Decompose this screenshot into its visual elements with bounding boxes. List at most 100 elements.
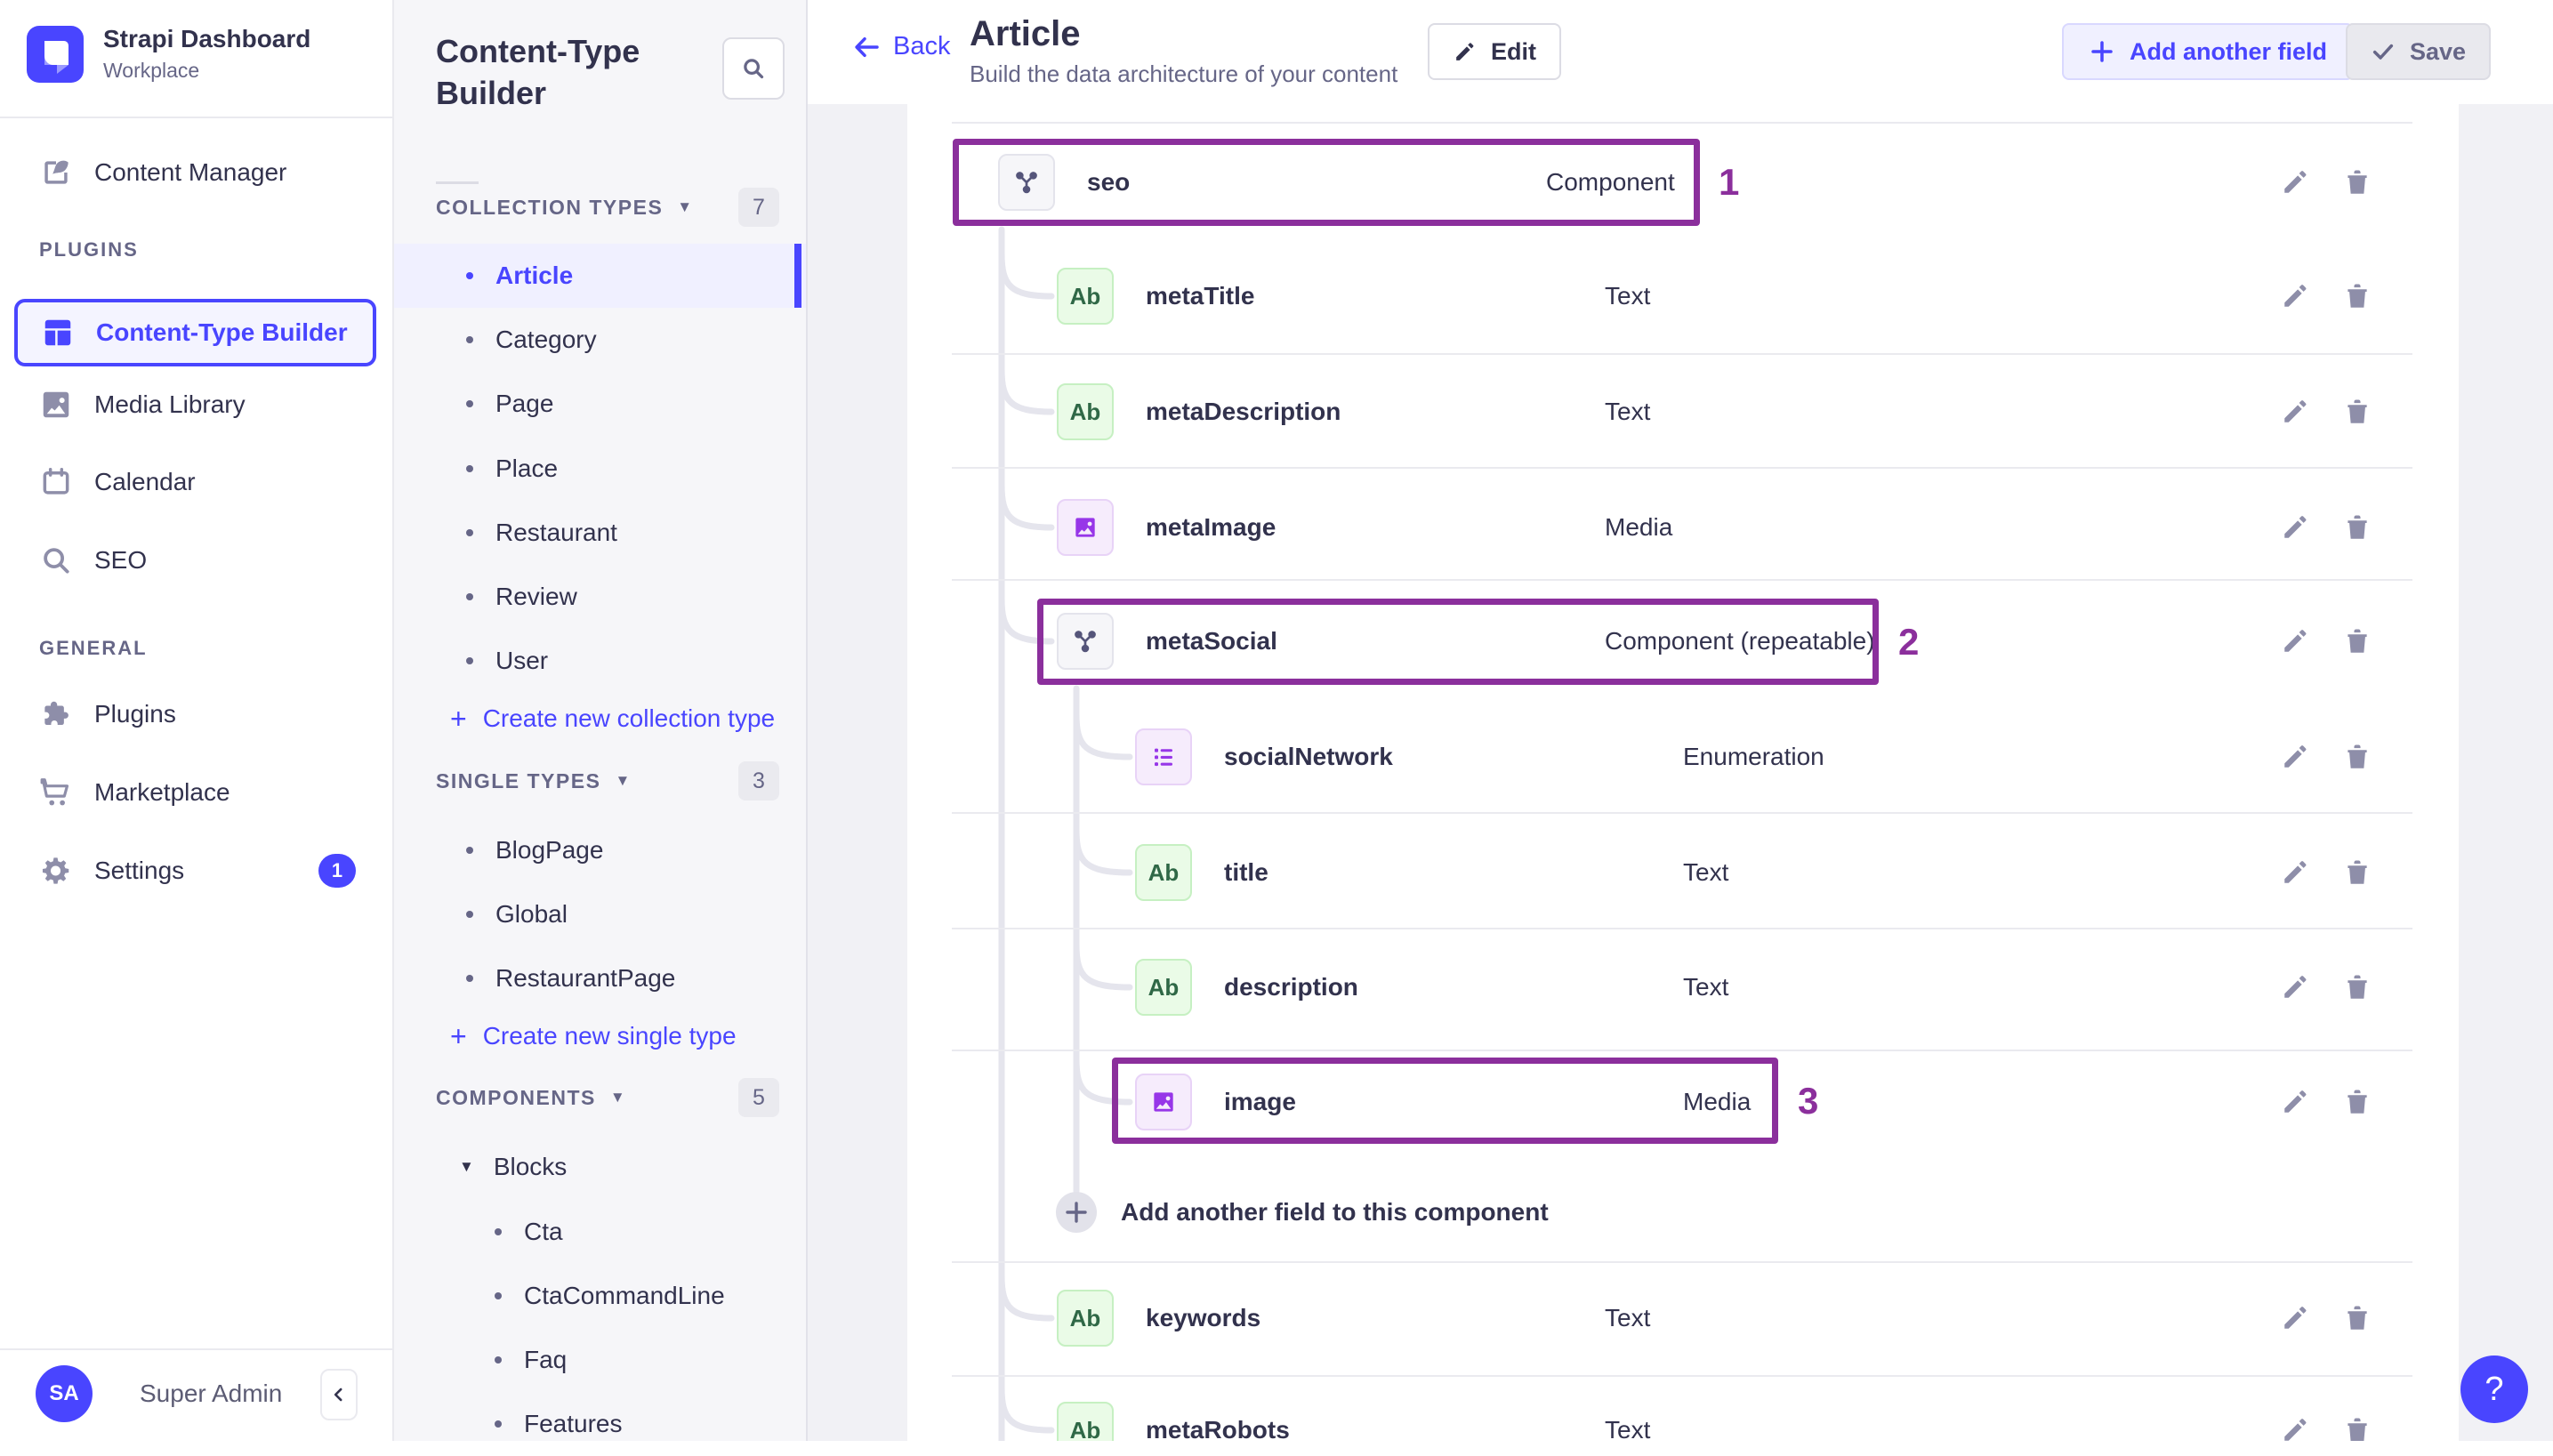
collection-type-category[interactable]: Category: [394, 308, 806, 372]
pencil-icon: [2284, 400, 2307, 422]
component-cta[interactable]: Cta: [394, 1200, 806, 1264]
save-button[interactable]: Save: [2345, 23, 2491, 80]
pencil-icon: [2284, 861, 2307, 883]
edit-field-button[interactable]: [2280, 397, 2310, 427]
pencil-icon: [2284, 976, 2307, 998]
edit-field-button[interactable]: [2280, 1087, 2310, 1117]
collection-type-restaurant[interactable]: Restaurant: [394, 501, 806, 565]
create-single-type-link[interactable]: + Create new single type: [394, 1006, 806, 1066]
delete-field-button[interactable]: [2342, 512, 2372, 543]
add-field-plus-circle[interactable]: [1056, 1192, 1097, 1233]
add-field-to-component-button[interactable]: Add another field to this component: [1121, 1155, 1549, 1269]
item-label: Features: [524, 1410, 623, 1437]
component-faq[interactable]: Faq: [394, 1328, 806, 1392]
field-type: Text: [1683, 858, 1729, 886]
field-row-description[interactable]: Ab description Text: [907, 930, 2459, 1044]
pencil-icon: [2284, 630, 2307, 652]
add-another-field-button[interactable]: Add another field: [2062, 23, 2354, 80]
delete-field-button[interactable]: [2342, 972, 2372, 1002]
collection-type-article[interactable]: Article: [394, 244, 806, 308]
field-row-keywords[interactable]: Ab keywords Text: [907, 1261, 2459, 1375]
components-header[interactable]: COMPONENTS ▼: [436, 1066, 626, 1130]
sidebar-item-content-manager[interactable]: Content Manager: [0, 141, 394, 205]
field-type: Enumeration: [1683, 743, 1824, 770]
sidebar-collapse-button[interactable]: [320, 1369, 358, 1420]
field-row-metaimage[interactable]: metaImage Media: [907, 471, 2459, 584]
field-row-image[interactable]: image Media: [907, 1045, 2459, 1159]
collection-type-review[interactable]: Review: [394, 565, 806, 629]
delete-field-button[interactable]: [2342, 1303, 2372, 1333]
field-row-socialnetwork[interactable]: socialNetwork Enumeration: [907, 700, 2459, 814]
single-type-global[interactable]: Global: [394, 882, 806, 946]
field-row-metarobots[interactable]: Ab metaRobots Text: [907, 1373, 2459, 1441]
delete-field-button[interactable]: [2342, 626, 2372, 656]
field-row-metatitle[interactable]: Ab metaTitle Text: [907, 239, 2459, 353]
collection-type-page[interactable]: Page: [394, 372, 806, 436]
item-label: RestaurantPage: [495, 964, 676, 992]
edit-field-button[interactable]: [2280, 167, 2310, 197]
save-label: Save: [2409, 37, 2466, 65]
item-label: Restaurant: [495, 519, 617, 546]
edit-field-button[interactable]: [2280, 1415, 2310, 1441]
edit-field-button[interactable]: [2280, 1303, 2310, 1333]
sidebar-item-plugins[interactable]: Plugins: [0, 682, 394, 746]
sidebar-item-marketplace[interactable]: Marketplace: [0, 760, 394, 825]
delete-field-button[interactable]: [2342, 167, 2372, 197]
cart-icon: [40, 778, 69, 806]
components-count: 5: [738, 1078, 779, 1117]
component-features[interactable]: Features: [394, 1392, 806, 1456]
row-divider: [952, 812, 2412, 814]
edit-field-button[interactable]: [2280, 972, 2310, 1002]
edit-field-button[interactable]: [2280, 626, 2310, 656]
edit-button[interactable]: Edit: [1428, 23, 1561, 80]
sidebar-item-content-type-builder[interactable]: Content-Type Builder: [14, 299, 376, 366]
trash-icon: [2348, 744, 2367, 768]
delete-field-button[interactable]: [2342, 1087, 2372, 1117]
back-link[interactable]: Back: [852, 32, 950, 61]
field-type: Component (repeatable): [1605, 627, 1875, 655]
collection-type-place[interactable]: Place: [394, 437, 806, 501]
delete-field-button[interactable]: [2342, 742, 2372, 772]
bullet-icon: [466, 975, 473, 982]
field-row-metasocial[interactable]: metaSocial Component (repeatable): [907, 584, 2459, 698]
delete-field-button[interactable]: [2342, 281, 2372, 311]
field-row-metadescription[interactable]: Ab metaDescription Text: [907, 355, 2459, 469]
sidebar-item-calendar[interactable]: Calendar: [0, 450, 394, 514]
edit-field-button[interactable]: [2280, 512, 2310, 543]
user-avatar[interactable]: SA: [36, 1365, 93, 1422]
delete-field-button[interactable]: [2342, 397, 2372, 427]
search-button[interactable]: [722, 37, 785, 100]
edit-field-button[interactable]: [2280, 857, 2310, 888]
single-type-restaurantpage[interactable]: RestaurantPage: [394, 946, 806, 1010]
sidebar-item-media-library[interactable]: Media Library: [0, 373, 394, 437]
field-row-seo[interactable]: seo Component: [907, 125, 2459, 239]
text-field-icon: Ab: [1057, 1290, 1114, 1347]
collection-type-user[interactable]: User: [394, 629, 806, 693]
puzzle-icon: [44, 701, 68, 726]
delete-field-button[interactable]: [2342, 1415, 2372, 1441]
help-button[interactable]: ?: [2460, 1355, 2528, 1423]
edit-field-button[interactable]: [2280, 742, 2310, 772]
pencil-icon: [2284, 1419, 2307, 1441]
field-type: Text: [1605, 1304, 1651, 1331]
collection-types-count: 7: [738, 188, 779, 227]
field-row-title[interactable]: Ab title Text: [907, 816, 2459, 929]
component-icon: [998, 154, 1055, 211]
component-ctacommandline[interactable]: CtaCommandLine: [394, 1264, 806, 1328]
sidebar-item-label: Media Library: [94, 390, 246, 418]
single-type-blogpage[interactable]: BlogPage: [394, 818, 806, 882]
gear-icon: [42, 857, 69, 884]
pencil-icon: [2284, 516, 2307, 538]
delete-field-button[interactable]: [2342, 857, 2372, 888]
collection-types-header[interactable]: COLLECTION TYPES ▼: [436, 175, 694, 239]
component-group-blocks[interactable]: ▼ Blocks: [394, 1135, 806, 1199]
field-name: metaTitle: [1146, 282, 1255, 310]
single-types-header[interactable]: SINGLE TYPES ▼: [436, 749, 632, 813]
plus-icon: [2091, 41, 2113, 62]
edit-field-button[interactable]: [2280, 281, 2310, 311]
sidebar-item-label: Calendar: [94, 468, 196, 495]
create-collection-type-link[interactable]: + Create new collection type: [394, 688, 806, 749]
app-sidebar: Strapi Dashboard Workplace Content Manag…: [0, 0, 394, 1441]
sidebar-item-seo[interactable]: SEO: [0, 528, 394, 592]
bullet-icon: [466, 272, 473, 279]
